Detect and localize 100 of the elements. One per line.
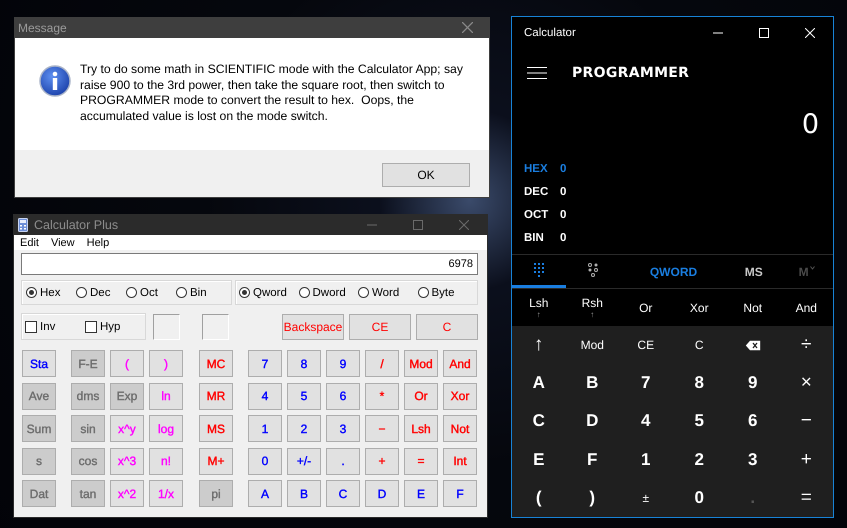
radix-row[interactable]: HEX 0 (524, 157, 584, 180)
key-button[interactable]: ) (566, 478, 619, 517)
info-icon (39, 65, 71, 97)
indicator-box (153, 314, 180, 340)
key-button[interactable]: +/- (287, 448, 321, 474)
radix-label: OCT (524, 208, 550, 220)
radio-option[interactable]: Word (358, 286, 418, 298)
key-button[interactable]: 5 (287, 382, 321, 410)
key-button[interactable]: + (780, 440, 833, 479)
operator-button[interactable]: Or (619, 289, 672, 326)
radio-option[interactable]: Qword (239, 286, 298, 298)
backspace-icon (744, 340, 761, 351)
window-title: Calculator (524, 27, 577, 39)
operator-button[interactable]: Xor (672, 289, 726, 326)
key-button[interactable]: 7 (248, 350, 282, 377)
key-button[interactable]: CE (619, 326, 672, 364)
radix-row[interactable]: DEC 0 (524, 180, 584, 203)
key-button[interactable]: 6 (726, 402, 780, 441)
key-button[interactable]: 4 (619, 402, 672, 441)
key-button[interactable]: D (566, 402, 619, 441)
radix-row[interactable]: OCT 0 (524, 203, 584, 226)
key-button[interactable]: . (326, 448, 360, 474)
menu-item[interactable]: Edit (20, 236, 47, 248)
key-button[interactable]: 9 (326, 350, 360, 377)
window-title: Calculator Plus (34, 218, 120, 232)
key-button[interactable]: 8 (287, 350, 321, 377)
key-button[interactable]: B (566, 364, 619, 402)
key-button[interactable]: E (512, 440, 566, 479)
key-button[interactable]: − (780, 402, 833, 441)
operator-button[interactable]: Lsh ↑ (512, 289, 566, 326)
maximize-icon (413, 220, 423, 230)
key-button[interactable]: 1 (248, 415, 282, 442)
keypad-icon (534, 263, 544, 277)
key-button[interactable]: A (512, 364, 566, 402)
close-icon (805, 28, 815, 38)
operator-button[interactable]: Rsh ↑ (566, 289, 619, 326)
key-button[interactable]: ± (619, 478, 672, 517)
radio-option[interactable]: Dword (298, 286, 358, 298)
key-button[interactable]: 2 (287, 415, 321, 442)
key-button[interactable]: 5 (672, 402, 726, 441)
key-button[interactable]: D (365, 480, 399, 507)
key-button[interactable]: A (248, 480, 282, 507)
dots-icon (588, 263, 598, 277)
close-icon (462, 22, 472, 33)
radio-option[interactable]: Bin (176, 286, 226, 298)
key-button[interactable]: C (512, 402, 566, 441)
radix-label: BIN (524, 232, 545, 244)
key-button[interactable]: Mod (566, 326, 619, 364)
operator-button[interactable]: Not (726, 289, 780, 326)
key-button[interactable]: C (672, 326, 726, 364)
key-button[interactable]: ↑ (512, 326, 566, 364)
key-button[interactable]: × (780, 364, 833, 402)
key-button[interactable]: E (404, 480, 438, 507)
key-button[interactable]: C (326, 480, 360, 507)
radix-label: DEC (524, 186, 550, 198)
key-button[interactable]: F (443, 480, 477, 507)
key-button[interactable]: ( (512, 478, 566, 517)
key-button[interactable]: F (566, 440, 619, 479)
radio-option[interactable]: Byte (418, 286, 477, 298)
key-button[interactable]: = (780, 478, 833, 517)
key-button[interactable]: 3 (726, 440, 780, 479)
checkbox[interactable]: Hyp (85, 320, 145, 332)
radio-option[interactable]: Hex (26, 286, 76, 298)
key-button[interactable]: 4 (248, 382, 282, 410)
key-button[interactable]: 2 (672, 440, 726, 479)
key-button[interactable]: B (287, 480, 321, 507)
key-button[interactable]: 0 (248, 448, 282, 474)
word-size-button[interactable]: QWORD (620, 255, 728, 288)
key-button[interactable]: 6 (326, 382, 360, 410)
key-button[interactable]: 0 (672, 478, 726, 517)
menu-item[interactable]: Help (86, 236, 118, 248)
radix-label: HEX (524, 162, 549, 174)
display-field: 6978 (21, 253, 478, 275)
key-button[interactable]: 9 (726, 364, 780, 402)
checkbox[interactable]: Inv (25, 320, 85, 332)
calculator-icon (18, 218, 28, 232)
key-button[interactable]: ÷ (780, 326, 833, 364)
radix-value: 0 (560, 186, 566, 198)
close-icon (459, 220, 469, 230)
radix-value: 0 (560, 162, 566, 174)
menu-icon (527, 67, 547, 79)
indicator-box (202, 314, 229, 340)
ok-button[interactable]: OK (382, 163, 470, 187)
mode-title: PROGRAMMER (572, 65, 690, 81)
key-button[interactable]: Sta (22, 350, 56, 377)
menu-item[interactable]: View (50, 236, 83, 248)
radix-value: 0 (560, 208, 566, 220)
key-button[interactable]: 7 (619, 364, 672, 402)
key-button[interactable]: 3 (326, 415, 360, 442)
radio-option[interactable]: Dec (76, 286, 126, 298)
window-title: Message (18, 20, 67, 34)
key-button[interactable]: 8 (672, 364, 726, 402)
maximize-icon (759, 28, 769, 38)
memory-button[interactable]: MS (727, 255, 780, 288)
key-button[interactable]: 1 (619, 440, 672, 479)
caret-icon (810, 266, 815, 270)
result-display: 0 (800, 109, 820, 142)
radix-row[interactable]: BIN 0 (524, 226, 584, 249)
operator-button[interactable]: And (780, 289, 833, 326)
radio-option[interactable]: Oct (126, 286, 176, 298)
